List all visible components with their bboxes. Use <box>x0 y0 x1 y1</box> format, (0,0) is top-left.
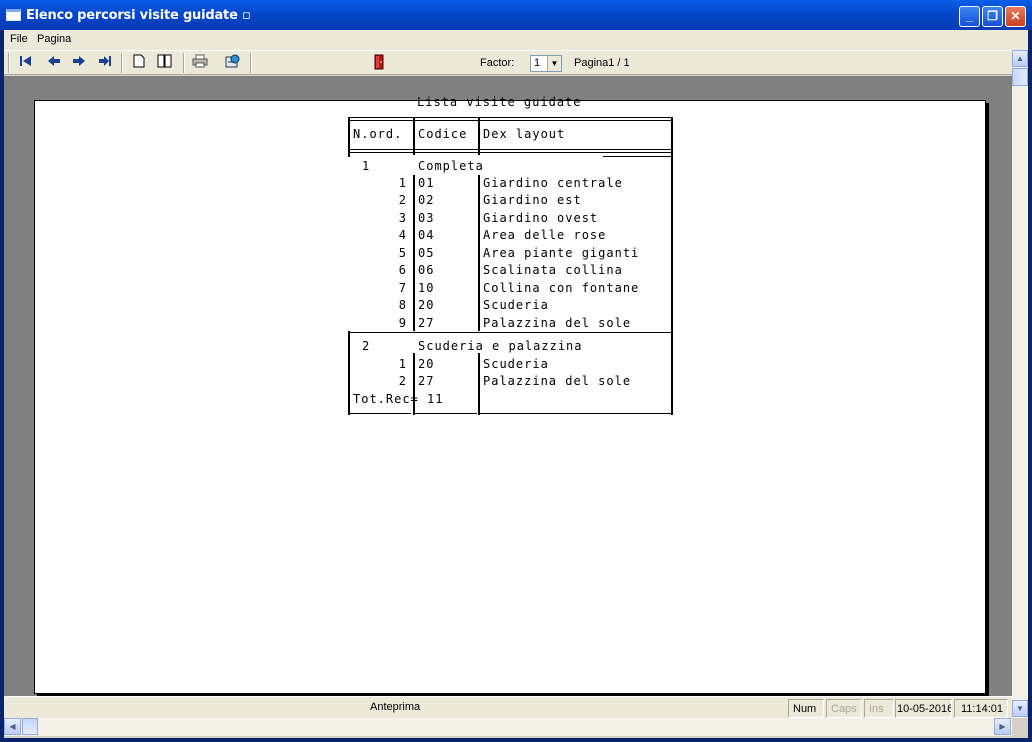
row-number: 6 <box>398 263 407 277</box>
row-code: 20 <box>418 298 435 312</box>
row-description: Collina con fontane <box>483 281 640 295</box>
toolbar-separator <box>250 53 252 73</box>
factor-label: Factor: <box>480 57 515 69</box>
print-icon[interactable] <box>190 54 210 72</box>
scroll-right-button[interactable]: ▶ <box>994 718 1011 735</box>
row-description: Giardino est <box>483 193 582 207</box>
row-code: 20 <box>418 357 435 371</box>
factor-select[interactable]: 1 ▼ <box>530 55 562 72</box>
group-number: 2 <box>362 339 371 353</box>
row-code: 01 <box>418 176 435 190</box>
row-number: 8 <box>398 298 407 312</box>
status-text: Anteprima <box>370 701 421 713</box>
menu-bar: File Pagina <box>4 30 1028 50</box>
row-code: 27 <box>418 316 435 330</box>
scroll-up-button[interactable]: ▲ <box>1012 50 1028 67</box>
two-pages-icon[interactable] <box>155 54 175 72</box>
row-number: 9 <box>398 316 407 330</box>
status-num: Num <box>788 699 824 718</box>
window-title: Elenco percorsi visite guidate ▫ <box>26 8 251 23</box>
export-icon[interactable] <box>223 54 243 72</box>
status-caps: Caps <box>826 699 862 718</box>
factor-value: 1 <box>534 57 541 69</box>
vertical-scrollbar[interactable]: ▲ ▼ <box>1012 50 1028 718</box>
scroll-left-button[interactable]: ◀ <box>4 718 21 735</box>
hscroll-thumb[interactable] <box>22 718 38 735</box>
row-number: 4 <box>398 228 407 242</box>
group-separator <box>349 332 672 333</box>
row-description: Palazzina del sole <box>483 374 632 388</box>
toolbar-separator <box>121 53 123 73</box>
app-window-icon[interactable] <box>6 9 21 21</box>
report-page: Lista visite guidate N.ord. Codice Dex l… <box>34 95 987 695</box>
client-area: File Pagina Factor: 1 ▼ Pagina1 / 1 List… <box>4 30 1028 738</box>
report: Lista visite guidate N.ord. Codice Dex l… <box>35 95 987 695</box>
toolbar-separator <box>183 53 185 73</box>
toolbar: Factor: 1 ▼ Pagina1 / 1 <box>4 50 1012 75</box>
status-bar: Anteprima Num Caps Ins 10-05-2016 11:14:… <box>4 696 1012 718</box>
scroll-thumb[interactable] <box>1012 68 1028 86</box>
row-code: 05 <box>418 246 435 260</box>
prev-page-icon[interactable] <box>44 54 64 72</box>
row-number: 1 <box>398 357 407 371</box>
row-code: 03 <box>418 211 435 225</box>
menu-pagina[interactable]: Pagina <box>37 33 71 45</box>
group-name: Completa <box>418 159 484 173</box>
group-number: 1 <box>362 159 371 173</box>
row-description: Area delle rose <box>483 228 607 242</box>
row-code: 06 <box>418 263 435 277</box>
header-codice: Codice <box>418 127 468 141</box>
status-time: 11:14:01 <box>954 699 1008 718</box>
exit-door-icon[interactable] <box>369 54 389 72</box>
row-number: 7 <box>398 281 407 295</box>
row-description: Scuderia <box>483 298 549 312</box>
menu-file[interactable]: File <box>10 33 28 45</box>
header-nord: N.ord. <box>353 127 403 141</box>
row-code: 10 <box>418 281 435 295</box>
group-name: Scuderia e palazzina <box>418 339 583 353</box>
row-description: Area piante giganti <box>483 246 640 260</box>
row-description: Scalinata collina <box>483 263 623 277</box>
first-page-icon[interactable] <box>16 54 36 72</box>
row-number: 5 <box>398 246 407 260</box>
single-page-icon[interactable] <box>129 54 149 72</box>
header-dex: Dex layout <box>483 127 566 141</box>
row-code: 02 <box>418 193 435 207</box>
preview-viewport: Lista visite guidate N.ord. Codice Dex l… <box>4 76 1012 696</box>
chevron-down-icon[interactable]: ▼ <box>547 56 561 71</box>
row-code: 04 <box>418 228 435 242</box>
row-description: Scuderia <box>483 357 549 371</box>
page-indicator: Pagina1 / 1 <box>574 57 630 69</box>
toolbar-grip <box>8 53 10 73</box>
row-description: Giardino centrale <box>483 176 623 190</box>
report-title: Lista visite guidate <box>417 95 582 109</box>
title-bar[interactable]: Elenco percorsi visite guidate ▫ _ ❐ ✕ <box>0 0 1032 30</box>
minimize-button[interactable]: _ <box>959 6 980 27</box>
row-number: 3 <box>398 211 407 225</box>
status-date: 10-05-2016 <box>895 699 952 718</box>
row-description: Palazzina del sole <box>483 316 632 330</box>
maximize-button[interactable]: ❐ <box>982 6 1003 27</box>
application-window: Elenco percorsi visite guidate ▫ _ ❐ ✕ F… <box>0 0 1032 742</box>
row-number: 2 <box>398 374 407 388</box>
horizontal-scrollbar[interactable]: ◀ ▶ <box>4 718 1012 736</box>
status-ins: Ins <box>864 699 894 718</box>
row-number: 2 <box>398 193 407 207</box>
total-records: Tot.Rec= 11 <box>353 392 444 406</box>
next-page-icon[interactable] <box>69 54 89 72</box>
row-description: Giardino ovest <box>483 211 599 225</box>
scroll-down-button[interactable]: ▼ <box>1012 700 1028 717</box>
row-number: 1 <box>398 176 407 190</box>
row-code: 27 <box>418 374 435 388</box>
last-page-icon[interactable] <box>95 54 115 72</box>
close-button[interactable]: ✕ <box>1005 6 1026 27</box>
